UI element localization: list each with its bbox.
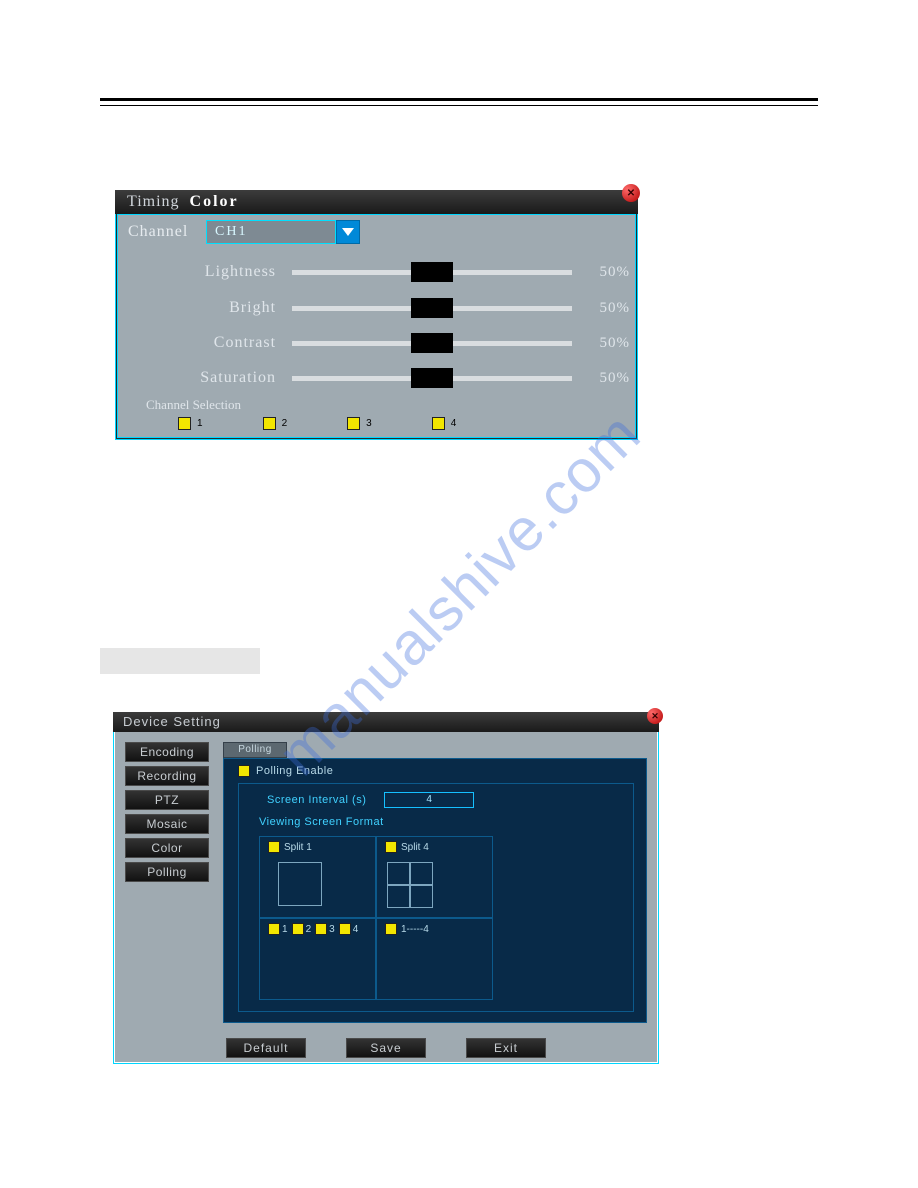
saturation-value: 50%	[600, 370, 631, 387]
polling-enable-checkbox[interactable]	[238, 765, 250, 777]
format-split1-cell[interactable]: Split 1	[259, 836, 376, 918]
bright-label: Bright	[170, 299, 292, 317]
tab-polling[interactable]: Polling	[223, 742, 287, 758]
format-range-cell[interactable]: 1-----4	[376, 918, 493, 1000]
title-prefix: Timing	[127, 193, 180, 211]
screen-interval-input[interactable]: 4	[384, 792, 474, 808]
contrast-value: 50%	[600, 335, 631, 352]
sidebar-item-ptz[interactable]: PTZ	[125, 790, 209, 810]
ch2-checkbox[interactable]	[292, 923, 304, 935]
contrast-thumb[interactable]	[411, 333, 453, 353]
contrast-slider[interactable]	[292, 341, 571, 346]
lightness-thumb[interactable]	[411, 262, 453, 282]
ch3-checkbox[interactable]	[315, 923, 327, 935]
channel-checkbox-2[interactable]: 2	[263, 417, 288, 430]
sidebar-item-recording[interactable]: Recording	[125, 766, 209, 786]
split4-label: Split 4	[401, 842, 429, 853]
sidebar-item-color[interactable]: Color	[125, 838, 209, 858]
saturation-thumb[interactable]	[411, 368, 453, 388]
channel-checkbox-3[interactable]: 3	[347, 417, 372, 430]
channel-checkbox-4[interactable]: 4	[432, 417, 457, 430]
channel-checkbox-1[interactable]: 1	[178, 417, 203, 430]
bright-thumb[interactable]	[411, 298, 453, 318]
channel-dropdown-button[interactable]	[336, 220, 360, 244]
channel-select-value[interactable]: CH1	[206, 220, 336, 244]
viewing-format-label: Viewing Screen Format	[259, 816, 384, 828]
ch4-checkbox[interactable]	[339, 923, 351, 935]
channel-label: Channel	[128, 223, 188, 241]
device-setting-window: Device Setting ✕ Encoding Recording PTZ …	[113, 712, 659, 1064]
save-button[interactable]: Save	[346, 1038, 426, 1058]
range-label: 1-----4	[401, 924, 429, 935]
sidebar-item-encoding[interactable]: Encoding	[125, 742, 209, 762]
split1-checkbox[interactable]	[268, 841, 280, 853]
channel-selection-label: Channel Selection	[146, 397, 241, 413]
format-channels-cell[interactable]: 1 2 3 4	[259, 918, 376, 1000]
sidebar: Encoding Recording PTZ Mosaic Color Poll…	[125, 742, 209, 882]
close-icon[interactable]: ✕	[647, 708, 663, 724]
exit-button[interactable]: Exit	[466, 1038, 546, 1058]
lightness-value: 50%	[600, 264, 631, 281]
lightness-slider[interactable]	[292, 270, 571, 275]
device-setting-titlebar: Device Setting	[113, 712, 659, 732]
polling-panel: Polling Enable Screen Interval (s) 4 Vie…	[223, 758, 647, 1023]
default-button[interactable]: Default	[226, 1038, 306, 1058]
text-highlight	[100, 648, 260, 674]
saturation-slider[interactable]	[292, 376, 571, 381]
polling-enable-label: Polling Enable	[256, 765, 333, 777]
sidebar-item-mosaic[interactable]: Mosaic	[125, 814, 209, 834]
sidebar-item-polling[interactable]: Polling	[125, 862, 209, 882]
chevron-down-icon	[342, 228, 354, 236]
lightness-label: Lightness	[170, 263, 292, 281]
ch1-checkbox[interactable]	[268, 923, 280, 935]
screen-interval-label: Screen Interval (s)	[267, 794, 366, 806]
bright-slider[interactable]	[292, 306, 571, 311]
contrast-label: Contrast	[170, 334, 292, 352]
split1-preview-icon	[278, 862, 322, 906]
channel-selection-row: 1 2 3 4	[178, 417, 456, 430]
bright-value: 50%	[600, 300, 631, 317]
saturation-label: Saturation	[170, 369, 292, 387]
split4-checkbox[interactable]	[385, 841, 397, 853]
timing-color-window: Timing Color ✕ Channel CH1 Lightness 50%…	[115, 190, 638, 440]
title-suffix: Color	[190, 193, 239, 211]
split1-label: Split 1	[284, 842, 312, 853]
format-split4-cell[interactable]: Split 4	[376, 836, 493, 918]
close-icon[interactable]: ✕	[622, 184, 640, 202]
range-checkbox[interactable]	[385, 923, 397, 935]
timing-color-titlebar: Timing Color	[115, 190, 638, 214]
